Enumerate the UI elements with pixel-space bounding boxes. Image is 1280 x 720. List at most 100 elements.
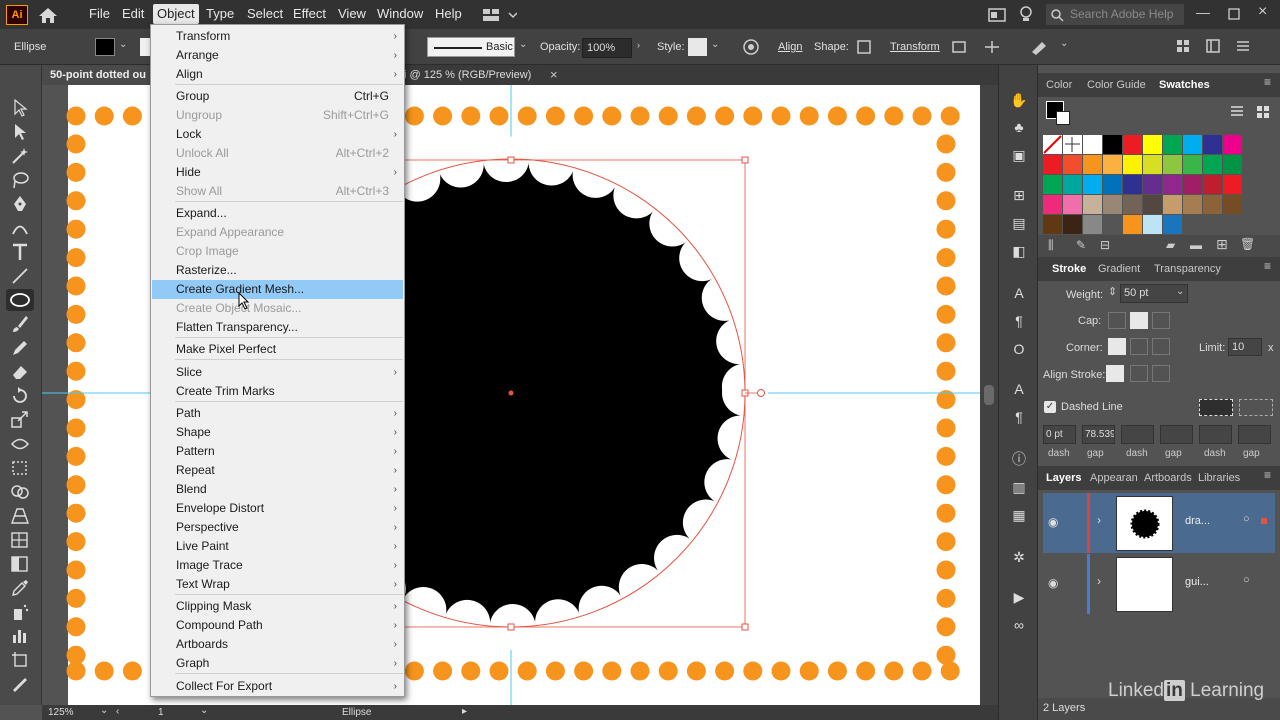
- dash-input[interactable]: [1199, 425, 1232, 444]
- color-swatch[interactable]: [1183, 155, 1202, 174]
- menu-item-lock[interactable]: Lock ›: [152, 125, 403, 144]
- align-dash-icon[interactable]: [1239, 399, 1273, 416]
- color-swatch[interactable]: [1203, 175, 1222, 194]
- minimize-icon[interactable]: —: [1196, 4, 1210, 20]
- lasso-tool-icon[interactable]: [10, 171, 30, 189]
- tab-transparency[interactable]: Transparency: [1154, 263, 1221, 275]
- transform-panel-icon[interactable]: ⊞: [1009, 185, 1029, 205]
- color-swatch[interactable]: [1183, 195, 1202, 214]
- menu-item-rasterize[interactable]: Rasterize...: [152, 261, 403, 280]
- color-swatch[interactable]: [1143, 175, 1162, 194]
- menu-item-group[interactable]: Group Ctrl+G: [152, 87, 403, 106]
- menu-item-make-pixel-perfect[interactable]: Make Pixel Perfect: [152, 340, 403, 359]
- projecting-cap-icon[interactable]: [1152, 312, 1170, 329]
- color-swatch[interactable]: [1183, 175, 1202, 194]
- tab-color[interactable]: Color: [1046, 79, 1072, 91]
- round-cap-icon[interactable]: [1130, 312, 1148, 329]
- menu-item-align[interactable]: Align ›: [152, 65, 403, 84]
- color-swatch[interactable]: [1123, 135, 1142, 154]
- menu-item-flatten-transparency[interactable]: Flatten Transparency...: [152, 318, 403, 337]
- fill-dropdown-chevron-icon[interactable]: ⌄: [119, 39, 127, 50]
- layer-name[interactable]: dra...: [1185, 515, 1210, 527]
- menu-item-compound-path[interactable]: Compound Path ›: [152, 616, 403, 635]
- status-arrow-icon[interactable]: ▸: [462, 706, 467, 717]
- menu-window[interactable]: Window: [377, 6, 423, 21]
- document-tab[interactable]: 50-point dotted ou: [42, 65, 152, 85]
- menu-item-expand[interactable]: Expand...: [152, 204, 403, 223]
- free-transform-tool-icon[interactable]: [10, 459, 30, 477]
- delete-swatch-icon[interactable]: 🗑: [1240, 237, 1255, 251]
- menu-item-perspective[interactable]: Perspective ›: [152, 518, 403, 537]
- pathfinder-icon[interactable]: ◧: [1009, 241, 1029, 261]
- panel-layout-icon[interactable]: [1206, 39, 1220, 53]
- expand-layer-chevron-icon[interactable]: ›: [1097, 513, 1101, 527]
- align-panel-icon[interactable]: ▤: [1009, 213, 1029, 233]
- style-chevron-icon[interactable]: ⌄: [711, 39, 719, 50]
- menu-item-create-gradient-mesh[interactable]: Create Gradient Mesh...: [152, 280, 403, 299]
- zoom-level[interactable]: 125%: [48, 707, 74, 718]
- menu-item-hide[interactable]: Hide ›: [152, 163, 403, 182]
- weight-chevron-icon[interactable]: ⌄: [1176, 286, 1184, 297]
- image-icon[interactable]: ▣: [1009, 145, 1029, 165]
- color-swatch[interactable]: [1123, 195, 1142, 214]
- ellipse-tool-icon[interactable]: [6, 289, 34, 311]
- thumbnail-view-icon[interactable]: [1256, 105, 1270, 119]
- color-swatch[interactable]: [1103, 215, 1122, 234]
- vertical-scrollbar[interactable]: [980, 85, 998, 705]
- color-swatch[interactable]: [1043, 135, 1062, 154]
- line-segment-tool-icon[interactable]: [10, 267, 30, 285]
- swatch-kind-icon[interactable]: ✎: [1076, 238, 1086, 252]
- hand-icon[interactable]: ✋: [1009, 90, 1029, 110]
- prev-artboard-icon[interactable]: ‹: [116, 706, 119, 717]
- color-swatch[interactable]: [1063, 135, 1082, 154]
- char-style-icon[interactable]: A: [1009, 379, 1029, 399]
- new-color-group-icon[interactable]: ▰: [1166, 238, 1175, 252]
- tab-color-guide[interactable]: Color Guide: [1087, 79, 1146, 91]
- scroll-thumb[interactable]: [984, 385, 994, 405]
- edit-toolbar-icon[interactable]: [1030, 39, 1050, 55]
- color-swatch[interactable]: [1163, 195, 1182, 214]
- bevel-join-icon[interactable]: [1152, 338, 1170, 355]
- type-tool-icon[interactable]: [10, 243, 30, 261]
- mesh-tool-icon[interactable]: [10, 531, 30, 549]
- color-swatch[interactable]: [1163, 135, 1182, 154]
- maximize-icon[interactable]: [1228, 8, 1240, 20]
- gradient-tool-icon[interactable]: [10, 555, 30, 573]
- color-swatch[interactable]: [1223, 135, 1242, 154]
- color-swatch[interactable]: [1163, 215, 1182, 234]
- menu-item-graph[interactable]: Graph ›: [152, 654, 403, 673]
- weight-stepper-icon[interactable]: ⇕: [1108, 285, 1117, 298]
- menu-item-repeat[interactable]: Repeat ›: [152, 461, 403, 480]
- menu-item-clipping-mask[interactable]: Clipping Mask ›: [152, 597, 403, 616]
- menu-icon[interactable]: [1236, 39, 1250, 53]
- zoom-chevron-icon[interactable]: ⌄: [100, 705, 108, 716]
- stroke-style-field[interactable]: Basic: [427, 37, 515, 57]
- target-circle-icon[interactable]: ○: [1243, 574, 1250, 586]
- color-swatch[interactable]: [1083, 215, 1102, 234]
- menu-edit[interactable]: Edit: [122, 6, 144, 21]
- column-graph-tool-icon[interactable]: [10, 627, 30, 645]
- dashed-line-checkbox[interactable]: ✓: [1044, 401, 1056, 413]
- new-folder-icon[interactable]: ▬: [1190, 238, 1202, 252]
- new-swatch-icon[interactable]: ⊞: [1216, 236, 1228, 253]
- menu-help[interactable]: Help: [435, 6, 462, 21]
- menu-select[interactable]: Select: [247, 6, 283, 21]
- align-center-stroke-icon[interactable]: [1106, 365, 1124, 382]
- character-icon[interactable]: A: [1009, 283, 1029, 303]
- selected-art-indicator[interactable]: [1261, 518, 1267, 524]
- layer-row[interactable]: ◉ › gui... ○: [1043, 554, 1275, 614]
- menu-item-transform[interactable]: Transform ›: [152, 27, 403, 46]
- color-swatch[interactable]: [1203, 135, 1222, 154]
- eraser-tool-icon[interactable]: [10, 363, 30, 381]
- lightbulb-icon[interactable]: [1019, 5, 1033, 23]
- layer-row[interactable]: ◉ › dra... ○: [1043, 493, 1275, 553]
- list-view-icon[interactable]: [1230, 105, 1244, 119]
- color-swatch[interactable]: [1223, 155, 1242, 174]
- arrange-documents-icon[interactable]: [988, 7, 1006, 23]
- menu-item-shape[interactable]: Shape ›: [152, 423, 403, 442]
- color-swatch[interactable]: [1043, 155, 1062, 174]
- butt-cap-icon[interactable]: [1108, 312, 1126, 329]
- swatches-panel-menu-icon[interactable]: ≡: [1264, 75, 1271, 89]
- color-swatch[interactable]: [1143, 155, 1162, 174]
- magic-wand-tool-icon[interactable]: [10, 147, 30, 165]
